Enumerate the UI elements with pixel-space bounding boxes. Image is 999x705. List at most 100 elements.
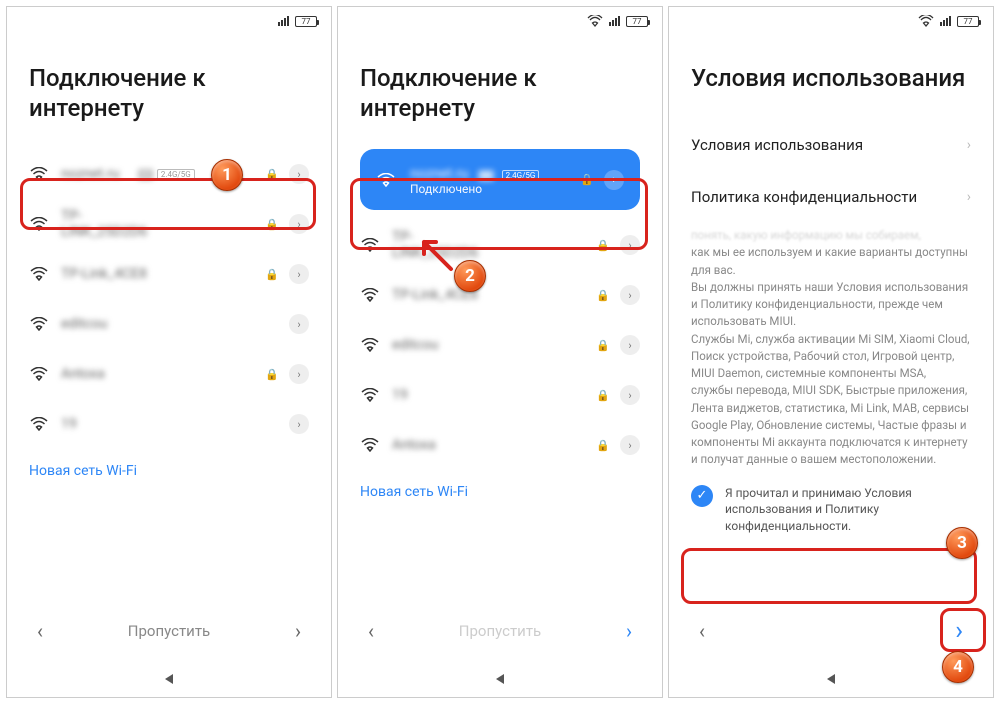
privacy-row[interactable]: Политика конфиденциальности ›: [691, 171, 971, 223]
wifi-details-button[interactable]: ›: [620, 285, 640, 305]
wifi-name: TP-LINK_25D2D6: [49, 208, 163, 240]
wifi-network-row[interactable]: 19 🔒›: [360, 370, 640, 420]
status-bar: 77: [7, 7, 331, 35]
page-title: Подключение к интернету: [29, 63, 309, 123]
lock-icon: 🔒: [596, 289, 610, 302]
new-network-link[interactable]: Новая сеть Wi-Fi: [29, 463, 137, 479]
signal-icon: [940, 16, 951, 26]
next-button[interactable]: ›: [618, 615, 640, 647]
bottom-nav: ‹ Пропустить ›: [338, 601, 662, 661]
wifi-name: noznet.ru: [410, 166, 468, 182]
wifi-details-button[interactable]: ›: [620, 235, 640, 255]
lock-icon: 🔒: [265, 268, 279, 281]
lock-icon: 🔒: [596, 239, 610, 252]
wifi-details-button[interactable]: ›: [289, 164, 309, 184]
agree-text: Я прочитал и принимаю Условия использова…: [725, 485, 971, 535]
status-bar: 77: [338, 7, 662, 35]
new-network-link[interactable]: Новая сеть Wi-Fi: [360, 484, 468, 500]
wifi-name: 19: [380, 387, 494, 403]
wifi-name: editcou: [380, 337, 494, 353]
wifi-network-row[interactable]: TP-LINK_25D2D6 🔒 ›: [360, 220, 640, 270]
signal-icon: [278, 16, 289, 26]
page-title: Условия использования: [691, 63, 971, 93]
battery-icon: 77: [957, 16, 979, 27]
wifi-icon: [360, 288, 380, 302]
android-back-softkey[interactable]: [669, 661, 993, 697]
terms-row[interactable]: Условия использования ›: [691, 119, 971, 171]
android-back-softkey[interactable]: [338, 661, 662, 697]
wifi-details-button[interactable]: ›: [620, 385, 640, 405]
phone-screen-3: 77 Условия использования Условия использ…: [668, 6, 994, 698]
wifi-details-button[interactable]: ›: [289, 414, 309, 434]
skip-button[interactable]: Пропустить: [51, 622, 287, 640]
wifi-status-icon: [587, 15, 603, 27]
lock-icon: 🔒: [265, 368, 279, 381]
wifi-network-row[interactable]: TP-Link_4CE8 🔒 ›: [360, 270, 640, 320]
wifi-icon: [29, 217, 49, 231]
wifi-details-button[interactable]: ›: [604, 170, 624, 190]
chevron-right-icon: ›: [967, 137, 971, 153]
wifi-icon: [360, 338, 380, 352]
wifi-details-button[interactable]: ›: [289, 264, 309, 284]
wifi-icon: [29, 167, 49, 181]
wifi-icon: [29, 367, 49, 381]
agree-checkbox-row[interactable]: ✓ Я прочитал и принимаю Условия использо…: [691, 485, 971, 541]
wifi-details-button[interactable]: ›: [620, 335, 640, 355]
battery-icon: 77: [626, 16, 648, 27]
wifi-details-button[interactable]: ›: [289, 314, 309, 334]
band-badge: 2.4G/5G: [157, 169, 195, 180]
battery-icon: 77: [295, 16, 317, 27]
wifi-icon: [29, 417, 49, 431]
wifi-name: TP-Link_4CE8: [49, 266, 163, 282]
wifi-details-button[interactable]: ›: [289, 364, 309, 384]
wifi-details-button[interactable]: ›: [620, 435, 640, 455]
wifi-connected-card[interactable]: noznet.ru MI 2.4G/5G Подключено 🔒 ›: [360, 149, 640, 210]
wifi-status-icon: [918, 15, 934, 27]
wifi-name: editcou: [49, 316, 170, 332]
checkbox-checked-icon[interactable]: ✓: [691, 485, 713, 507]
wifi-network-row[interactable]: editcou ›: [29, 299, 309, 349]
wifi-network-row[interactable]: TP-LINK_25D2D6 🔒 ›: [29, 199, 309, 249]
signal-icon: [609, 16, 620, 26]
lock-icon: 🔒: [265, 168, 279, 181]
next-button[interactable]: ›: [287, 615, 309, 647]
wifi-details-button[interactable]: ›: [289, 214, 309, 234]
lock-icon: 🔒: [265, 218, 279, 231]
wifi-name: TP-Link_4CE8: [380, 287, 494, 303]
wifi-name: 19: [49, 416, 170, 432]
lock-icon: 🔒: [580, 173, 594, 186]
back-button[interactable]: ‹: [691, 615, 713, 647]
mi-badge: MI: [138, 169, 153, 180]
wifi-name: Antoxa: [380, 437, 494, 453]
back-button[interactable]: ‹: [29, 615, 51, 647]
wifi-network-row[interactable]: 19 ›: [29, 399, 309, 449]
wifi-network-row[interactable]: Antoxa 🔒 ›: [360, 420, 640, 470]
wifi-network-row[interactable]: editcou 🔒 ›: [360, 320, 640, 370]
privacy-label: Политика конфиденциальности: [691, 188, 917, 206]
wifi-icon: [360, 388, 380, 402]
status-bar: 77: [669, 7, 993, 35]
lock-icon: 🔒: [596, 439, 610, 452]
wifi-network-row[interactable]: noznet.ru MI 2.4G/5G 🔒 ›: [29, 149, 309, 199]
wifi-network-row[interactable]: TP-Link_4CE8 🔒 ›: [29, 249, 309, 299]
wifi-name: TP-LINK_25D2D6: [380, 229, 494, 261]
wifi-network-row[interactable]: Antoxa 🔒 ›: [29, 349, 309, 399]
phone-screen-1: 77 Подключение к интернету noznet.ru MI …: [6, 6, 332, 698]
wifi-status: Подключено: [410, 182, 580, 196]
chevron-right-icon: ›: [967, 189, 971, 205]
mi-badge: MI: [478, 170, 493, 181]
android-back-softkey[interactable]: [7, 661, 331, 697]
wifi-icon: [29, 317, 49, 331]
wifi-icon: [360, 438, 380, 452]
page-title: Подключение к интернету: [360, 63, 640, 123]
terms-label: Условия использования: [691, 136, 863, 154]
band-badge: 2.4G/5G: [502, 170, 540, 181]
back-button[interactable]: ‹: [360, 615, 382, 647]
lock-icon: 🔒: [596, 339, 610, 352]
wifi-icon: [376, 173, 396, 187]
wifi-name: Antoxa: [49, 366, 163, 382]
wifi-icon: [29, 267, 49, 281]
skip-button[interactable]: Пропустить: [382, 622, 618, 640]
next-button[interactable]: ›: [947, 612, 971, 650]
wifi-name: noznet.ru: [49, 166, 132, 182]
